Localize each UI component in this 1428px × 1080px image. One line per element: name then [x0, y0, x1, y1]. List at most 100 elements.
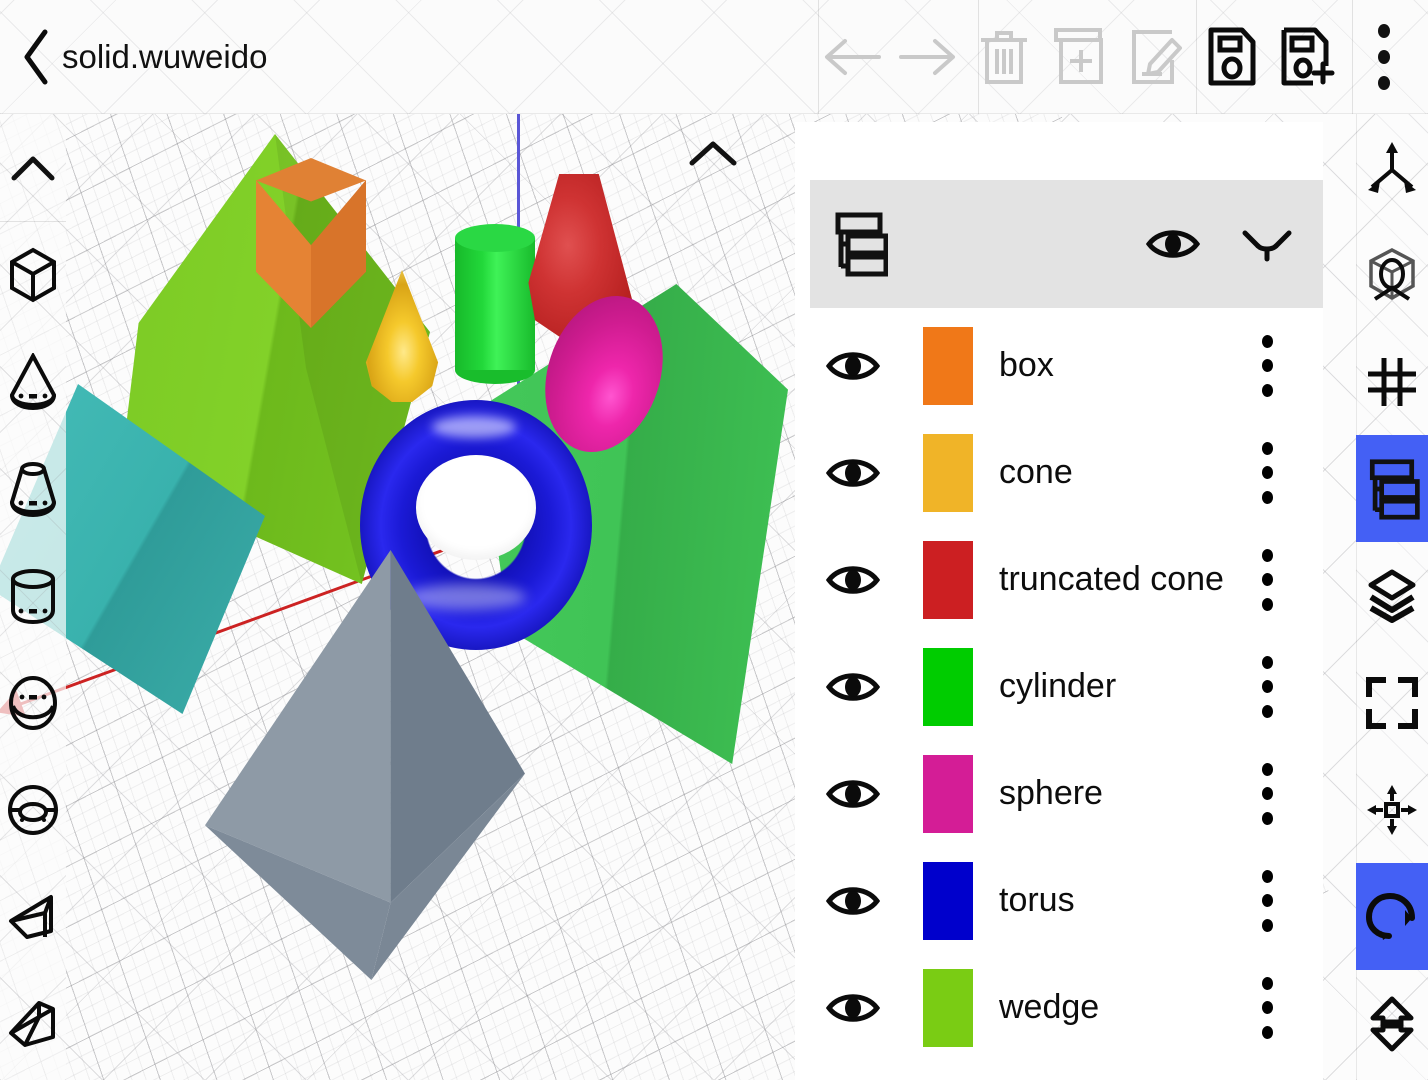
- object-name-label: cylinder: [999, 667, 1117, 705]
- tree-list-icon: [835, 212, 888, 277]
- box-right-face: [311, 180, 366, 328]
- back-chevron-icon: [24, 29, 48, 85]
- app-root: box cone truncated cone cylinder sphere torus…: [0, 0, 1428, 1080]
- objects-panel: box cone truncated cone cylinder sphere torus…: [795, 122, 1323, 1080]
- objects-panel-toggle-button[interactable]: [1356, 435, 1428, 542]
- eye-open-icon: [826, 672, 880, 701]
- object-menu-button[interactable]: [1247, 655, 1287, 718]
- cylinder-icon: [11, 568, 55, 624]
- save-button[interactable]: [1194, 0, 1270, 114]
- object-color-swatch[interactable]: [923, 326, 973, 405]
- viewport-collapse-button[interactable]: [682, 128, 744, 178]
- torus-icon: [8, 784, 58, 835]
- layers-button[interactable]: [1356, 542, 1428, 649]
- fit-to-view-button[interactable]: [1356, 649, 1428, 756]
- save-as-button[interactable]: [1270, 0, 1346, 114]
- vertical-dots-icon: [1261, 976, 1273, 990]
- fullscreen-frame-icon: [1366, 676, 1418, 729]
- tool-prism-button[interactable]: [0, 970, 66, 1077]
- object-visibility-toggle[interactable]: [825, 659, 881, 715]
- tool-torus-button[interactable]: [0, 756, 66, 863]
- move-four-arrows-icon: [1367, 784, 1417, 835]
- object-name-label: box: [999, 346, 1054, 384]
- show-all-objects-button[interactable]: [1145, 216, 1201, 272]
- object-color-swatch[interactable]: [923, 433, 973, 512]
- bounding-box-icon: [1369, 247, 1415, 301]
- object-menu-button[interactable]: [1247, 869, 1287, 932]
- object-visibility-toggle[interactable]: [825, 552, 881, 608]
- torus-highlight-top: [432, 416, 516, 438]
- object-visibility-toggle[interactable]: [825, 445, 881, 501]
- object-menu-button[interactable]: [1247, 334, 1287, 397]
- pan-tool-button[interactable]: [1356, 756, 1428, 863]
- tool-box-button[interactable]: [0, 221, 66, 328]
- tool-cylinder-button[interactable]: [0, 542, 66, 649]
- shape-cylinder-green[interactable]: [455, 224, 535, 384]
- object-visibility-toggle[interactable]: [825, 338, 881, 394]
- eye-open-icon: [826, 351, 880, 380]
- tool-cone-button[interactable]: [0, 328, 66, 435]
- vertical-dots-icon: [1378, 24, 1390, 90]
- vertical-dots-icon: [1261, 441, 1273, 455]
- eye-open-icon: [826, 565, 880, 594]
- copy-page-plus-icon: [1054, 28, 1103, 84]
- bounding-box-toggle-button[interactable]: [1356, 221, 1428, 328]
- object-color-swatch[interactable]: [923, 754, 973, 833]
- object-row[interactable]: cylinder: [795, 633, 1323, 740]
- duplicate-button[interactable]: [1042, 0, 1118, 114]
- object-row[interactable]: torus: [795, 847, 1323, 954]
- collapse-toolbar-button[interactable]: [0, 114, 66, 221]
- hide-all-objects-button[interactable]: [1239, 216, 1295, 272]
- object-menu-button[interactable]: [1247, 548, 1287, 611]
- objects-list[interactable]: box cone truncated cone cylinder sphere torus…: [795, 312, 1323, 1080]
- save-disk-plus-icon: [1281, 27, 1335, 86]
- object-visibility-toggle[interactable]: [825, 873, 881, 929]
- object-row[interactable]: box: [795, 312, 1323, 419]
- undo-button[interactable]: [814, 0, 890, 114]
- object-row[interactable]: wedge: [795, 954, 1323, 1061]
- object-menu-button[interactable]: [1247, 441, 1287, 504]
- zoom-tool-button[interactable]: [1356, 970, 1428, 1077]
- object-color-swatch[interactable]: [923, 861, 973, 940]
- eye-open-icon: [826, 886, 880, 915]
- wedge-icon: [9, 894, 53, 939]
- shape-pyramid-grey[interactable]: [205, 550, 525, 980]
- rotate-tool-button[interactable]: [1356, 863, 1428, 970]
- objects-tree-icon-button[interactable]: [828, 209, 890, 279]
- grid-toggle-button[interactable]: [1356, 328, 1428, 435]
- edit-pencil-page-icon: [1132, 30, 1182, 84]
- object-row[interactable]: sphere: [795, 740, 1323, 847]
- sphere-icon: [9, 675, 57, 730]
- object-color-swatch[interactable]: [923, 540, 973, 619]
- prism-icon: [9, 1000, 55, 1047]
- vertical-dots-icon: [1261, 762, 1273, 776]
- redo-button[interactable]: [890, 0, 966, 114]
- back-button[interactable]: [14, 26, 58, 88]
- redo-arrow-icon: [899, 39, 955, 75]
- object-name-label: sphere: [999, 774, 1103, 812]
- object-name-label: cone: [999, 453, 1073, 491]
- object-color-swatch[interactable]: [923, 968, 973, 1047]
- object-menu-button[interactable]: [1247, 976, 1287, 1039]
- save-disk-icon: [1208, 27, 1256, 86]
- undo-arrow-icon: [825, 39, 881, 75]
- object-menu-button[interactable]: [1247, 762, 1287, 825]
- trash-icon: [981, 31, 1027, 84]
- eye-open-icon: [826, 779, 880, 808]
- object-color-swatch[interactable]: [923, 647, 973, 726]
- rename-button[interactable]: [1118, 0, 1194, 114]
- delete-button[interactable]: [966, 0, 1042, 114]
- tool-truncated-cone-button[interactable]: [0, 435, 66, 542]
- more-options-button[interactable]: [1346, 0, 1422, 114]
- left-tool-rail: [0, 114, 66, 1080]
- object-visibility-toggle[interactable]: [825, 980, 881, 1036]
- top-bar-actions: [814, 0, 1422, 114]
- object-row[interactable]: cone: [795, 419, 1323, 526]
- shape-box-orange[interactable]: [256, 158, 366, 328]
- rotate-arrow-icon: [1365, 892, 1415, 940]
- tool-sphere-button[interactable]: [0, 649, 66, 756]
- axes-toggle-button[interactable]: [1356, 114, 1428, 221]
- object-visibility-toggle[interactable]: [825, 766, 881, 822]
- object-row[interactable]: truncated cone: [795, 526, 1323, 633]
- tool-wedge-button[interactable]: [0, 863, 66, 970]
